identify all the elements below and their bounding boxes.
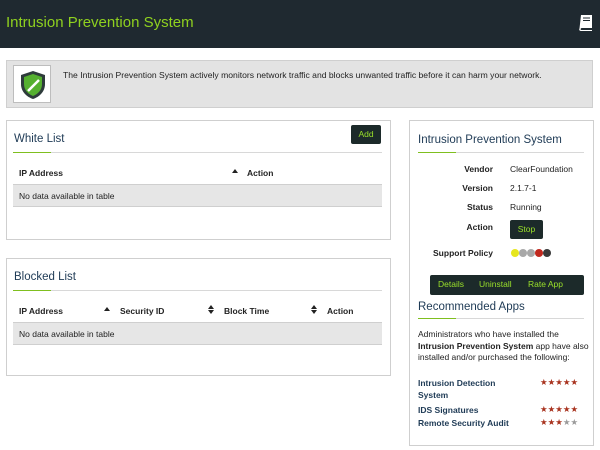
recommended-app-link[interactable]: Intrusion Detection System xyxy=(418,378,528,401)
app-name-line: Remote Security Audit xyxy=(418,418,509,428)
status-label: Status xyxy=(467,202,493,212)
shield-icon xyxy=(13,65,51,103)
app-name-line: System xyxy=(418,389,449,400)
app-name-line: Intrusion Detection xyxy=(418,378,496,388)
star-icon: ★ xyxy=(570,404,579,414)
recommended-apps-title: Recommended Apps xyxy=(418,301,525,313)
page-title: Intrusion Prevention System xyxy=(6,14,194,31)
star-icon: ★ xyxy=(562,417,571,427)
recommended-text-before: Administrators who have installed the xyxy=(418,329,559,339)
star-icon: ★ xyxy=(562,404,571,414)
rating-stars: ★★★★★ xyxy=(540,405,578,414)
empty-table-text: No data available in table xyxy=(19,191,115,201)
app-description-box: The Intrusion Prevention System actively… xyxy=(6,60,593,108)
version-value: 2.1.7-1 xyxy=(510,183,537,193)
app-info-title: Intrusion Prevention System xyxy=(418,134,562,146)
star-icon: ★ xyxy=(540,404,548,414)
star-icon: ★ xyxy=(562,377,571,387)
star-icon: ★ xyxy=(547,417,556,427)
empty-table-row: No data available in table xyxy=(13,322,382,345)
column-header-block-time[interactable]: Block Time xyxy=(224,306,269,316)
sort-ascending-icon[interactable] xyxy=(232,169,238,173)
column-header-ip-address[interactable]: IP Address xyxy=(19,306,63,316)
app-action-bar: Details Uninstall Rate App xyxy=(430,275,584,295)
support-dot xyxy=(535,249,543,257)
app-description: The Intrusion Prevention System actively… xyxy=(63,70,542,80)
details-button[interactable]: Details xyxy=(438,279,464,289)
app-name-line: IDS Signatures xyxy=(418,405,479,415)
sort-icon[interactable] xyxy=(208,305,216,315)
sort-ascending-icon[interactable] xyxy=(104,307,110,311)
rating-stars: ★★★★★ xyxy=(540,418,578,427)
stop-button[interactable]: Stop xyxy=(510,220,543,239)
white-list-divider xyxy=(13,152,382,153)
support-dot xyxy=(511,249,519,257)
blocked-list-title: Blocked List xyxy=(14,271,77,283)
vendor-label: Vendor xyxy=(464,164,493,174)
uninstall-button[interactable]: Uninstall xyxy=(479,279,512,289)
star-icon: ★ xyxy=(570,377,579,387)
star-icon: ★ xyxy=(555,404,563,414)
status-value: Running xyxy=(510,202,542,212)
support-policy-label: Support Policy xyxy=(433,248,493,258)
column-header-security-id[interactable]: Security ID xyxy=(120,306,164,316)
add-button[interactable]: Add xyxy=(351,125,381,144)
empty-table-row: No data available in table xyxy=(13,184,382,207)
recommended-divider xyxy=(418,318,584,319)
action-label: Action xyxy=(466,222,493,232)
rate-app-button[interactable]: Rate App xyxy=(528,279,563,289)
star-icon: ★ xyxy=(555,377,563,387)
star-icon: ★ xyxy=(540,417,548,427)
rating-stars: ★★★★★ xyxy=(540,378,578,387)
app-info-divider xyxy=(418,152,584,153)
support-dot xyxy=(527,249,535,257)
star-icon: ★ xyxy=(555,417,563,427)
version-label: Version xyxy=(462,183,493,193)
column-header-ip-address[interactable]: IP Address xyxy=(19,168,63,178)
support-dot xyxy=(543,249,551,257)
star-icon: ★ xyxy=(547,404,556,414)
book-icon[interactable] xyxy=(578,14,594,32)
app-header: Intrusion Prevention System xyxy=(0,0,600,48)
recommended-description: Administrators who have installed the In… xyxy=(418,329,590,364)
support-policy-indicator xyxy=(511,249,555,257)
recommended-app-link[interactable]: IDS Signatures xyxy=(418,405,528,417)
star-icon: ★ xyxy=(570,417,579,427)
empty-table-text: No data available in table xyxy=(19,329,115,339)
column-header-action[interactable]: Action xyxy=(247,168,273,178)
star-icon: ★ xyxy=(547,377,556,387)
star-icon: ★ xyxy=(540,377,548,387)
recommended-app-link[interactable]: Remote Security Audit xyxy=(418,418,538,430)
recommended-app-highlight: Intrusion Prevention System xyxy=(418,340,534,351)
support-dot xyxy=(519,249,527,257)
vendor-value: ClearFoundation xyxy=(510,164,573,174)
sort-icon[interactable] xyxy=(311,305,319,315)
white-list-title: White List xyxy=(14,133,65,145)
column-header-action[interactable]: Action xyxy=(327,306,353,316)
blocked-list-divider xyxy=(13,290,382,291)
